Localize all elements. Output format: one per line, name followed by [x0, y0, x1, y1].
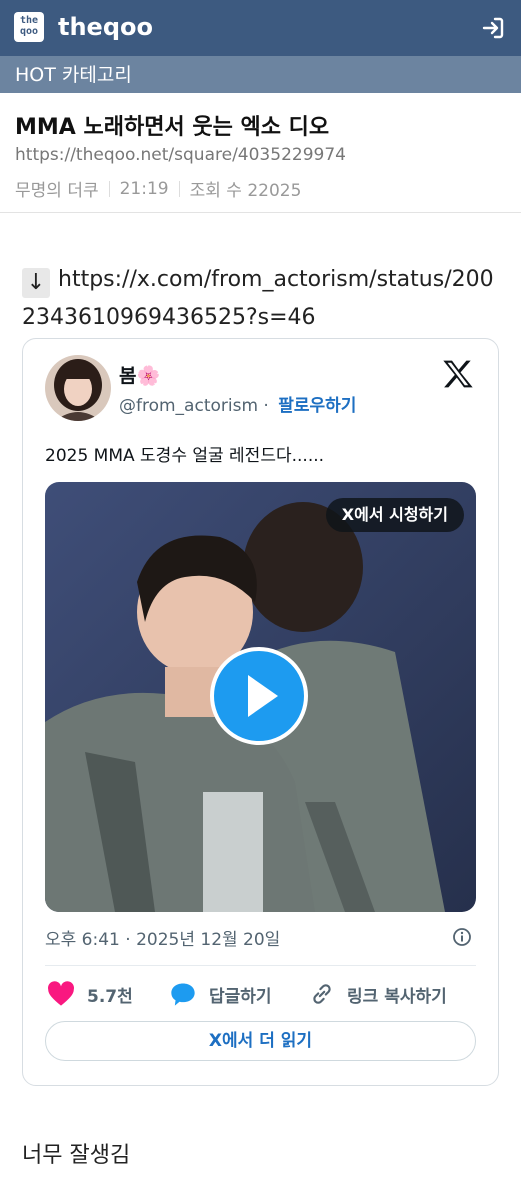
- meta-divider: [178, 180, 180, 197]
- avatar[interactable]: [45, 355, 111, 421]
- copy-link-label: 링크 복사하기: [347, 986, 447, 1007]
- tweet-divider: [45, 965, 476, 966]
- tweet-timestamp[interactable]: 오후 6:41 · 2025년 12월 20일: [45, 925, 280, 950]
- play-icon: [248, 675, 278, 717]
- post-meta: 무명의 더쿠 21:19 조회 수 22025: [15, 176, 302, 202]
- play-button[interactable]: [210, 647, 308, 745]
- tweet-handle[interactable]: @from_actorism: [119, 396, 258, 416]
- link-icon: [313, 984, 331, 1004]
- tweet-video[interactable]: X에서 시청하기: [45, 482, 476, 912]
- tweet-text: 2025 MMA 도경수 얼굴 레전드다......: [45, 446, 325, 466]
- header-divider: [0, 212, 521, 213]
- theqoo-logo[interactable]: the qoo: [14, 12, 44, 42]
- down-arrow-emoji: ↓: [22, 268, 50, 298]
- read-more-on-x-button[interactable]: X에서 더 읽기: [45, 1021, 476, 1061]
- post-time: 21:19: [119, 178, 169, 199]
- heart-icon: [48, 981, 74, 1006]
- reply-label: 답글하기: [209, 986, 272, 1007]
- reply-bubble-icon: [171, 983, 195, 1006]
- like-count: 5.7천: [87, 986, 133, 1007]
- meta-divider: [108, 180, 110, 197]
- tweet-author-name[interactable]: 봄🌸: [119, 361, 160, 388]
- copy-link-action[interactable]: 링크 복사하기: [309, 979, 447, 1009]
- watch-on-x-button[interactable]: X에서 시청하기: [325, 498, 464, 532]
- category-bar[interactable]: HOT 카테고리: [0, 56, 521, 93]
- tweet-link-line-2[interactable]: 2343610969436525?s=46: [22, 305, 316, 330]
- login-icon[interactable]: [481, 16, 505, 40]
- post-author: 무명의 더쿠: [15, 181, 99, 201]
- info-icon[interactable]: [452, 927, 472, 947]
- handle-separator: ·: [258, 396, 275, 416]
- x-logo-icon[interactable]: [442, 359, 474, 389]
- category-label: HOT 카테고리: [15, 64, 132, 86]
- post-body-text: 너무 잘생김: [22, 1143, 131, 1168]
- post-title: MMA 노래하면서 웃는 엑소 디오: [15, 115, 330, 140]
- like-action[interactable]: 5.7천: [47, 979, 133, 1009]
- tweet-link-line-1[interactable]: https://x.com/from_actorism/status/200: [58, 267, 494, 292]
- post-views: 조회 수 22025: [189, 181, 302, 201]
- site-brand[interactable]: theqoo: [58, 13, 153, 41]
- tweet-handle-row: @from_actorism · 팔로우하기: [119, 391, 356, 416]
- follow-button[interactable]: 팔로우하기: [278, 396, 356, 416]
- top-navbar: the qoo theqoo: [0, 0, 521, 56]
- reply-action[interactable]: 답글하기: [169, 979, 272, 1009]
- embedded-tweet: 봄🌸 @from_actorism · 팔로우하기 2025 MMA 도경수 얼…: [22, 338, 499, 1086]
- post-url[interactable]: https://theqoo.net/square/4035229974: [15, 145, 346, 165]
